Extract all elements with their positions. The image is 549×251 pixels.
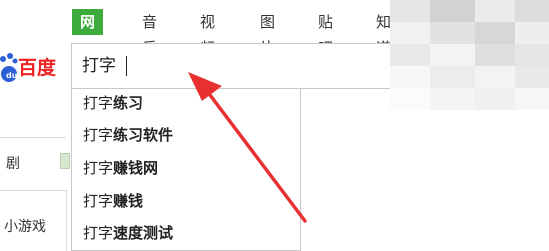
- suggestion-prefix: 打字: [83, 126, 114, 144]
- divider: [0, 137, 66, 138]
- suggestion-prefix: 打字: [83, 94, 114, 112]
- suggestion-completion: 速度测试: [113, 224, 174, 242]
- nav-tab-web[interactable]: 网页: [72, 9, 104, 57]
- suggestion-item[interactable]: 打字练习软件: [83, 124, 173, 146]
- text-caret: [126, 56, 127, 76]
- nav-tab-music[interactable]: 音乐: [142, 9, 157, 57]
- suggestion-completion: 赚钱网: [113, 159, 159, 177]
- suggestion-item[interactable]: 打字速度测试: [83, 222, 173, 244]
- suggestion-item[interactable]: 打字赚钱网: [83, 157, 158, 179]
- nav-tab-zhidao[interactable]: 知道: [376, 9, 391, 57]
- nav-tab-tieba[interactable]: 贴吧: [318, 9, 333, 57]
- mini-games-link[interactable]: 小游戏: [4, 216, 46, 236]
- blurred-region: [390, 0, 549, 110]
- paw-icon: du: [0, 53, 18, 82]
- divider: [0, 190, 66, 191]
- tab-icon: [60, 153, 70, 169]
- search-input[interactable]: 打字: [82, 54, 116, 78]
- suggestion-item[interactable]: 打字练习: [83, 92, 143, 114]
- svg-text:du: du: [6, 71, 18, 80]
- nav-tab-images[interactable]: 图片: [260, 9, 275, 57]
- suggestion-completion: 赚钱: [113, 192, 144, 210]
- suggestion-prefix: 打字: [83, 192, 114, 210]
- baidu-logo[interactable]: du 百度: [0, 48, 66, 88]
- logo-text: 百度: [18, 57, 57, 79]
- suggestion-completion: 练习软件: [113, 126, 174, 144]
- nav-tab-video[interactable]: 视频: [200, 9, 215, 57]
- suggestion-prefix: 打字: [83, 159, 114, 177]
- suggestion-completion: 练习: [113, 94, 144, 112]
- divider: [66, 190, 67, 251]
- left-tab-fragment[interactable]: 剧: [6, 153, 20, 173]
- suggestion-dropdown: 打字练习 打字练习软件 打字赚钱网 打字赚钱 打字速度测试: [71, 89, 301, 251]
- suggestion-prefix: 打字: [83, 224, 114, 242]
- suggestion-item[interactable]: 打字赚钱: [83, 190, 143, 212]
